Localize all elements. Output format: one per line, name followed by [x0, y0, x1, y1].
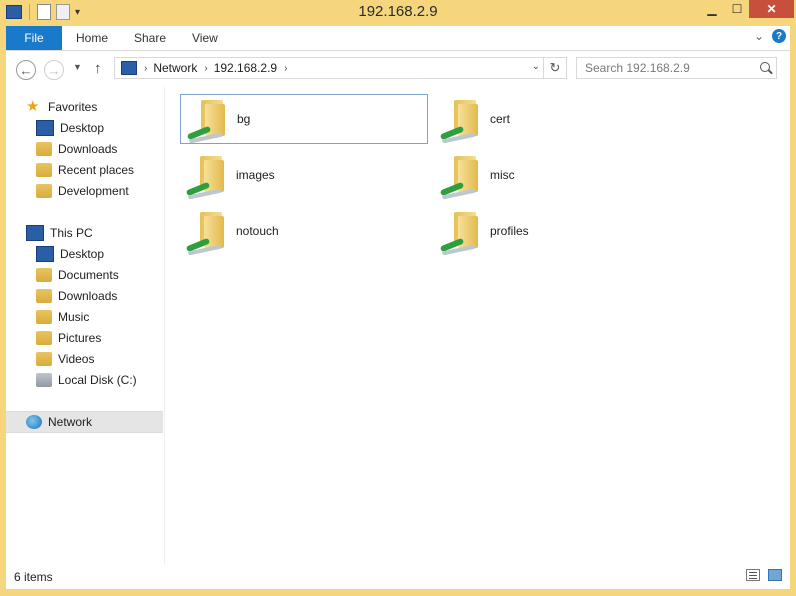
share-folder-cert[interactable]: cert [434, 94, 682, 144]
details-view-icon[interactable] [746, 569, 760, 581]
nav-label: Development [58, 184, 129, 198]
network-location-icon [121, 61, 137, 75]
nav-network[interactable]: Network [6, 411, 163, 433]
chevron-right-icon[interactable]: › [144, 63, 147, 74]
tab-view[interactable]: View [192, 26, 218, 50]
desktop-icon [36, 120, 54, 136]
nav-fav-downloads[interactable]: Downloads [36, 139, 117, 159]
file-list: bg cert images misc notouch profiles [166, 87, 790, 565]
nav-label: This PC [50, 226, 93, 240]
share-folder-notouch[interactable]: notouch [180, 206, 428, 256]
nav-pc-pictures[interactable]: Pictures [36, 328, 101, 348]
search-box[interactable] [576, 57, 777, 79]
refresh-button[interactable]: ↻ [543, 58, 566, 78]
expand-ribbon-icon[interactable]: ⌄ [754, 29, 764, 43]
network-folder-icon [438, 152, 482, 200]
maximize-button[interactable]: ☐ [725, 0, 749, 18]
up-button[interactable]: ↑ [94, 60, 102, 77]
this-pc-icon [26, 225, 44, 241]
star-icon: ★ [26, 98, 40, 115]
share-folder-misc[interactable]: misc [434, 150, 682, 200]
nav-pc-local-disk[interactable]: Local Disk (C:) [36, 370, 137, 390]
network-folder-icon [184, 208, 228, 256]
nav-pc-downloads[interactable]: Downloads [36, 286, 117, 306]
navigation-pane: ★ Favorites Desktop Downloads Recent pla… [6, 87, 165, 565]
close-button[interactable]: ✕ [749, 0, 794, 18]
large-icons-view-icon[interactable] [768, 569, 782, 581]
file-name: misc [490, 168, 515, 182]
share-folder-bg[interactable]: bg [180, 94, 428, 144]
nav-label: Local Disk (C:) [58, 373, 137, 387]
tab-share[interactable]: Share [134, 26, 166, 50]
back-button[interactable]: ← [16, 60, 36, 80]
network-icon [26, 415, 42, 429]
music-folder-icon [36, 310, 52, 324]
help-icon[interactable]: ? [772, 29, 786, 43]
folder-icon [36, 184, 52, 198]
nav-label: Downloads [58, 289, 118, 303]
nav-this-pc[interactable]: This PC [26, 223, 93, 243]
nav-label: Network [48, 415, 93, 429]
nav-favorites[interactable]: ★ Favorites [26, 97, 97, 117]
window-title: 192.168.2.9 [358, 3, 438, 20]
file-name: cert [490, 112, 511, 126]
recent-places-icon [36, 163, 52, 177]
item-count: 6 items [14, 570, 53, 584]
nav-fav-desktop[interactable]: Desktop [36, 118, 104, 138]
chevron-right-icon[interactable]: › [284, 63, 287, 74]
downloads-folder-icon [36, 289, 52, 303]
nav-label: Pictures [58, 331, 102, 345]
explorer-window: ▾ 192.168.2.9 ▁ ☐ ✕ File Home Share View… [0, 0, 796, 596]
title-bar: ▾ 192.168.2.9 ▁ ☐ ✕ [0, 0, 796, 26]
tab-file[interactable]: File [6, 26, 62, 50]
desktop-icon [36, 246, 54, 262]
chevron-right-icon[interactable]: › [204, 63, 207, 74]
address-row: ← → ▼ ↑ › Network › 192.168.2.9 › ⌄ ↻ [6, 51, 790, 87]
nav-label: Documents [58, 268, 119, 282]
address-bar[interactable]: › Network › 192.168.2.9 › ⌄ ↻ [114, 57, 567, 79]
recent-locations-dropdown[interactable]: ▼ [73, 62, 82, 72]
network-folder-icon [438, 208, 482, 256]
search-icon[interactable] [760, 62, 770, 72]
file-name: notouch [236, 224, 279, 238]
status-bar: 6 items [6, 565, 790, 589]
search-input[interactable] [583, 60, 762, 76]
pictures-folder-icon [36, 331, 52, 345]
file-name: bg [237, 112, 251, 126]
share-folder-images[interactable]: images [180, 150, 428, 200]
nav-pc-documents[interactable]: Documents [36, 265, 119, 285]
file-name: profiles [490, 224, 529, 238]
nav-pc-videos[interactable]: Videos [36, 349, 94, 369]
local-disk-icon [36, 373, 52, 387]
file-name: images [236, 168, 275, 182]
ribbon-tabs: File Home Share View ⌄ ? [6, 26, 790, 51]
nav-label: Downloads [58, 142, 118, 156]
minimize-button[interactable]: ▁ [699, 0, 725, 18]
address-dropdown-icon[interactable]: ⌄ [532, 61, 540, 72]
documents-folder-icon [36, 268, 52, 282]
forward-button[interactable]: → [44, 60, 64, 80]
videos-folder-icon [36, 352, 52, 366]
network-folder-icon [438, 96, 482, 144]
network-folder-icon [184, 152, 228, 200]
nav-label: Recent places [58, 163, 135, 177]
network-folder-icon [185, 96, 229, 144]
explorer-body: ★ Favorites Desktop Downloads Recent pla… [6, 87, 790, 565]
nav-pc-desktop[interactable]: Desktop [36, 244, 104, 264]
nav-pc-music[interactable]: Music [36, 307, 89, 327]
nav-label: Favorites [48, 100, 98, 114]
nav-label: Music [58, 310, 90, 324]
downloads-folder-icon [36, 142, 52, 156]
nav-fav-development[interactable]: Development [36, 181, 129, 201]
breadcrumb-current[interactable]: 192.168.2.9 [214, 61, 277, 75]
tab-home[interactable]: Home [76, 26, 108, 50]
nav-label: Desktop [60, 247, 105, 261]
breadcrumb-network[interactable]: Network [153, 61, 197, 75]
nav-fav-recent-places[interactable]: Recent places [36, 160, 134, 180]
nav-label: Desktop [60, 121, 105, 135]
share-folder-profiles[interactable]: profiles [434, 206, 682, 256]
nav-label: Videos [58, 352, 95, 366]
